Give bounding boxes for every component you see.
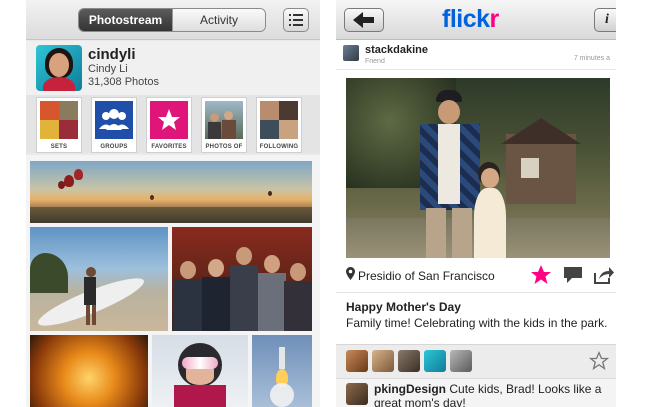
- back-button[interactable]: [344, 8, 384, 32]
- shortcut-label: PHOTOS OF: [205, 144, 243, 150]
- main-photo[interactable]: [346, 78, 610, 258]
- photostream-grid: [26, 155, 320, 407]
- photo-orange-lights[interactable]: [30, 335, 148, 407]
- location-link[interactable]: Presidio of San Francisco: [358, 269, 495, 283]
- location-row: Presidio of San Francisco: [336, 262, 616, 288]
- profile-display-name: Cindy Li: [88, 63, 128, 75]
- profile-header[interactable]: cindyli Cindy Li 31,308 Photos: [26, 41, 320, 95]
- shortcut-groups[interactable]: GROUPS: [91, 97, 137, 153]
- photo-caption: Happy Mother's Day Family time! Celebrat…: [336, 292, 616, 336]
- photo-description: Family time! Celebrating with the kids i…: [346, 316, 608, 330]
- segmented-control: Photostream Activity: [78, 8, 266, 32]
- favorite-star-icon[interactable]: [529, 263, 553, 287]
- photo-surfer[interactable]: [30, 227, 168, 331]
- tab-activity[interactable]: Activity: [172, 9, 265, 31]
- photo-detail-screen: flickr i stackdakine Friend 7 minutes a …: [336, 0, 616, 407]
- author-avatar[interactable]: [343, 45, 359, 61]
- profile-photo-count: 31,308 Photos: [88, 76, 159, 88]
- shortcut-photos-of[interactable]: PHOTOS OF: [201, 97, 247, 153]
- shortcut-sets[interactable]: SETS: [36, 97, 82, 153]
- photostream-screen: Photostream Activity cindyli Cindy Li 31…: [26, 0, 320, 407]
- profile-username: cindyli: [88, 46, 136, 63]
- back-arrow-icon: [353, 12, 374, 28]
- shortcut-label: FOLLOWING: [259, 144, 299, 150]
- avatar[interactable]: [36, 45, 82, 91]
- favorites-row[interactable]: [336, 344, 616, 378]
- top-bar: flickr i: [336, 0, 616, 40]
- star-icon: [150, 101, 188, 139]
- logo-part-1: flick: [442, 5, 490, 33]
- people-photo-icon: [205, 101, 243, 139]
- tab-photostream[interactable]: Photostream: [79, 9, 172, 31]
- author-name[interactable]: stackdakine: [365, 44, 428, 56]
- post-time: 7 minutes a: [573, 55, 610, 62]
- author-relationship: Friend: [365, 58, 385, 65]
- shortcut-label: FAVORITES: [151, 144, 187, 150]
- sets-collage-icon: [40, 101, 78, 139]
- fave-avatar[interactable]: [450, 350, 472, 372]
- faces-collage-icon: [260, 101, 298, 139]
- fave-avatar[interactable]: [372, 350, 394, 372]
- commenter-name[interactable]: pkingDesign: [374, 382, 446, 396]
- photo-balloons[interactable]: [30, 161, 312, 223]
- comment-item: pkingDesign Cute kids, Brad! Looks like …: [336, 378, 616, 407]
- info-button[interactable]: i: [594, 8, 616, 32]
- post-author-row[interactable]: stackdakine Friend 7 minutes a: [336, 40, 616, 70]
- shortcut-favorites[interactable]: FAVORITES: [146, 97, 192, 153]
- location-pin-icon: [346, 267, 355, 280]
- fave-avatar[interactable]: [346, 350, 368, 372]
- comment-text: pkingDesign Cute kids, Brad! Looks like …: [374, 382, 610, 407]
- shortcut-label: GROUPS: [100, 144, 128, 150]
- logo-part-2: r: [489, 5, 500, 33]
- fave-avatar[interactable]: [398, 350, 420, 372]
- share-icon[interactable]: [594, 266, 614, 284]
- fave-avatar[interactable]: [424, 350, 446, 372]
- flickr-logo: flickr: [442, 5, 499, 34]
- groups-icon: [95, 101, 133, 139]
- list-icon: [289, 14, 303, 26]
- commenter-avatar[interactable]: [346, 383, 368, 405]
- star-outline-icon[interactable]: [589, 351, 609, 371]
- photo-rocket[interactable]: [252, 335, 312, 407]
- photo-kid-goggles[interactable]: [152, 335, 248, 407]
- photo-friends[interactable]: [172, 227, 312, 331]
- shortcut-following[interactable]: FOLLOWING: [256, 97, 302, 153]
- photo-title: Happy Mother's Day: [346, 300, 461, 314]
- shortcut-tiles: SETS GROUPS FAVORITES PHOTOS OF FOLLOWIN…: [26, 95, 320, 153]
- top-bar: Photostream Activity: [26, 0, 320, 40]
- shortcut-label: SETS: [50, 144, 68, 150]
- comment-icon[interactable]: [563, 266, 583, 284]
- menu-button[interactable]: [283, 8, 309, 32]
